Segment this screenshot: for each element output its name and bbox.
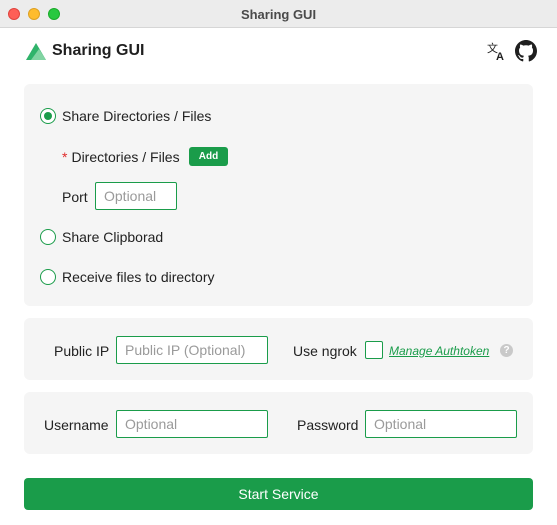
add-dirs-button[interactable]: Add [189,147,228,166]
start-service-button[interactable]: Start Service [24,478,533,510]
public-ip-input[interactable] [116,336,268,364]
share-clipboard-option[interactable]: Share Clipborad [40,227,163,247]
share-dirs-option[interactable]: Share Directories / Files [40,106,211,126]
required-marker: * [62,149,68,165]
window-titlebar: Sharing GUI [0,0,557,28]
app-title: Sharing GUI [52,42,145,59]
username-input[interactable] [116,410,268,438]
receive-files-label: Receive files to directory [62,269,215,285]
auth-panel: Username Password [24,392,533,454]
port-label: Port [62,189,88,205]
username-label: Username [44,417,109,433]
receive-files-option[interactable]: Receive files to directory [40,267,215,287]
use-ngrok-checkbox[interactable] [365,341,383,359]
help-icon[interactable]: ? [500,344,513,357]
password-label: Password [297,417,359,433]
password-input[interactable] [365,410,517,438]
dirs-files-label: Directories / Files [71,149,180,165]
share-dirs-radio[interactable] [40,108,56,124]
share-options-panel: Share Directories / Files * Directories … [24,84,533,306]
svg-text:A: A [496,51,504,62]
share-clipboard-label: Share Clipborad [62,229,164,245]
receive-files-radio[interactable] [40,269,56,285]
use-ngrok-label: Use ngrok [293,343,357,359]
share-clipboard-radio[interactable] [40,229,56,245]
translate-icon[interactable]: 文 A [486,40,508,62]
public-ip-label: Public IP [54,343,110,359]
github-icon[interactable] [515,40,537,62]
network-panel: Public IP Use ngrok Manage Authtoken ? [24,318,533,380]
share-dirs-label: Share Directories / Files [62,108,212,124]
manage-authtoken-link[interactable]: Manage Authtoken [389,344,489,358]
dirs-files-field: * Directories / Files [62,147,180,167]
port-input[interactable] [95,182,177,210]
window-title: Sharing GUI [240,7,317,22]
app-logo-icon [26,43,46,60]
